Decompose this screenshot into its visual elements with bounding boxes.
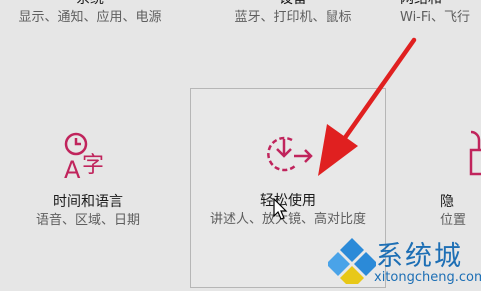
mouse-cursor-icon (273, 198, 288, 220)
watermark-url: xitongcheng.com (374, 270, 481, 285)
watermark-logo: 系统城 xitongcheng.com (326, 232, 481, 291)
watermark-text: 系统城 (376, 241, 463, 272)
windows-logo-icon (328, 238, 376, 284)
